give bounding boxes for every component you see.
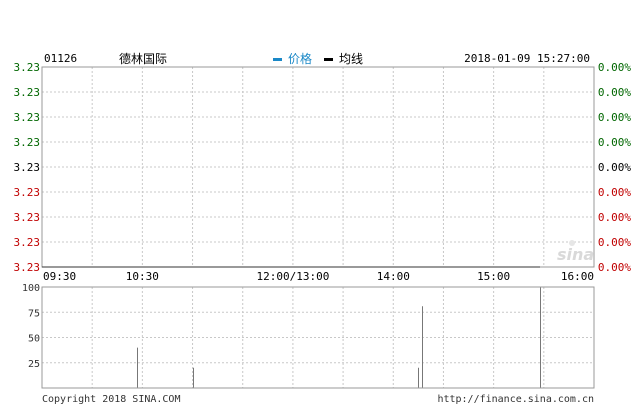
pct-y-tick-label: 0.00%: [598, 236, 631, 249]
volume-y-tick-label: 75: [28, 308, 40, 319]
pct-y-tick-label: 0.00%: [598, 61, 631, 74]
pct-y-tick-label: 0.00%: [598, 211, 631, 224]
price-y-tick-label: 3.23: [14, 211, 41, 224]
x-tick-label: 10:30: [126, 270, 159, 283]
price-y-tick-label: 3.23: [14, 86, 41, 99]
price-y-tick-label: 3.23: [14, 261, 41, 274]
pct-y-tick-label: 0.00%: [598, 161, 631, 174]
price-legend-swatch: [273, 58, 282, 61]
pct-y-tick-label: 0.00%: [598, 111, 631, 124]
stock-chart: 01126 德林国际 价格 均线 2018-01-09 15:27:00 3.2…: [14, 51, 632, 405]
avg-legend-swatch: [324, 58, 333, 61]
sina-watermark: sina: [557, 245, 594, 264]
source-url[interactable]: http://finance.sina.com.cn: [437, 394, 594, 405]
pct-y-tick-label: 0.00%: [598, 261, 631, 274]
volume-y-tick-label: 25: [28, 359, 40, 370]
x-tick-label: 15:00: [477, 270, 510, 283]
pct-y-tick-label: 0.00%: [598, 136, 631, 149]
price-y-tick-label: 3.23: [14, 61, 41, 74]
copyright: Copyright 2018 SINA.COM: [42, 394, 180, 405]
price-y-tick-label: 3.23: [14, 111, 41, 124]
price-y-tick-label: 3.23: [14, 236, 41, 249]
price-y-tick-label: 3.23: [14, 161, 41, 174]
x-tick-label: 16:00: [561, 270, 594, 283]
pct-y-tick-label: 0.00%: [598, 86, 631, 99]
price-y-tick-label: 3.23: [14, 136, 41, 149]
sina-eye-icon: [569, 240, 575, 246]
price-legend-label: 价格: [288, 51, 312, 66]
x-tick-label: 09:30: [43, 270, 76, 283]
price-y-tick-label: 3.23: [14, 186, 41, 199]
x-tick-label: 12:00/13:00: [256, 270, 329, 283]
stock-name: 德林国际: [119, 51, 167, 66]
x-tick-label: 14:00: [377, 270, 410, 283]
stock-code: 01126: [44, 52, 77, 65]
pct-y-tick-label: 0.00%: [598, 186, 631, 199]
volume-y-tick-label: 50: [28, 334, 40, 345]
datetime: 2018-01-09 15:27:00: [464, 52, 590, 65]
avg-legend-label: 均线: [339, 52, 363, 66]
volume-y-tick-label: 100: [22, 283, 40, 294]
